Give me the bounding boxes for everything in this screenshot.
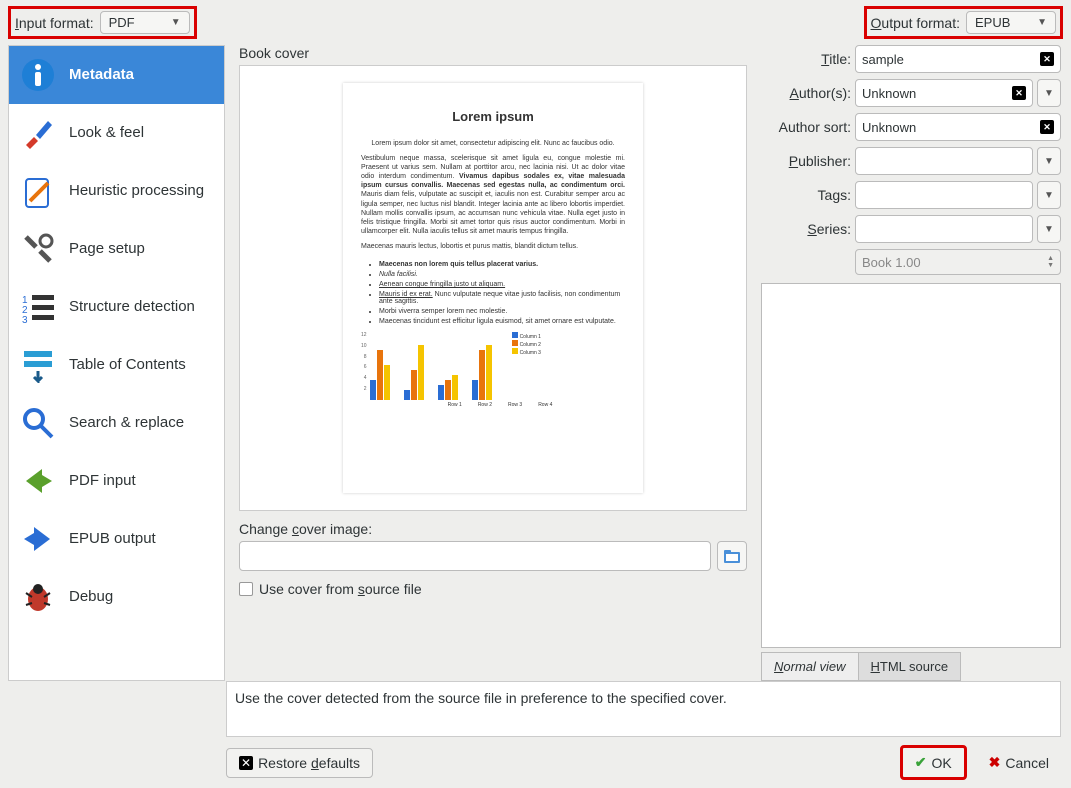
cover-heading: Lorem ipsum xyxy=(361,109,625,124)
cover-preview: Lorem ipsum Lorem ipsum dolor sit amet, … xyxy=(239,65,747,511)
bug-icon xyxy=(19,578,57,616)
wand-icon xyxy=(19,172,57,210)
sidebar-item-pdfinput[interactable]: PDF input xyxy=(9,452,224,510)
authors-label: Author(s): xyxy=(761,85,851,101)
authors-input[interactable]: Unknown ✕ xyxy=(855,79,1033,107)
close-icon: ✖ xyxy=(989,754,1001,771)
use-source-cover-checkbox[interactable] xyxy=(239,582,253,596)
title-input[interactable]: sample ✕ xyxy=(855,45,1061,73)
arrow-left-icon xyxy=(19,520,57,558)
output-format-combo[interactable]: EPUB ▼ xyxy=(966,11,1056,34)
tags-input[interactable] xyxy=(855,181,1033,209)
sidebar-item-lookfeel[interactable]: Look & feel xyxy=(9,104,224,162)
tab-normal-view[interactable]: Normal view xyxy=(761,652,859,681)
tags-dropdown[interactable]: ▼ xyxy=(1037,181,1061,209)
arrow-right-icon xyxy=(19,462,57,500)
cover-path-input[interactable] xyxy=(239,541,711,571)
cover-chart: 12108642 Column 1Column 2Column 3 Row 1R… xyxy=(361,332,625,408)
book-cover-label: Book cover xyxy=(239,45,747,61)
author-sort-input[interactable]: Unknown ✕ xyxy=(855,113,1061,141)
change-cover-label: Change cover image: xyxy=(239,521,747,537)
sidebar-item-metadata[interactable]: Metadata xyxy=(9,46,224,104)
output-format-group: Output format: EPUB ▼ xyxy=(864,6,1063,39)
help-text: Use the cover detected from the source f… xyxy=(226,681,1061,737)
output-format-value: EPUB xyxy=(975,15,1010,30)
input-format-label: Input format: xyxy=(15,15,94,31)
publisher-label: Publisher: xyxy=(761,153,851,169)
tags-label: Tags: xyxy=(761,187,851,203)
use-source-cover-row[interactable]: Use cover from source file xyxy=(239,581,747,597)
caret-down-icon: ▼ xyxy=(1037,17,1047,28)
input-format-value: PDF xyxy=(109,15,135,30)
sidebar: Metadata Look & feel Heuristic processin… xyxy=(8,45,225,681)
book-number-spinner[interactable]: Book 1.00 ▲▼ xyxy=(855,249,1061,275)
sidebar-item-label: Structure detection xyxy=(69,298,195,316)
series-input[interactable] xyxy=(855,215,1033,243)
output-format-label: Output format: xyxy=(871,15,960,31)
series-dropdown[interactable]: ▼ xyxy=(1037,215,1061,243)
toc-icon xyxy=(19,346,57,384)
clear-icon[interactable]: ✕ xyxy=(1040,120,1054,134)
input-format-group: Input format: PDF ▼ xyxy=(8,6,197,39)
cover-body: Vestibulum neque massa, scelerisque sit … xyxy=(361,154,625,236)
sidebar-item-pagesetup[interactable]: Page setup xyxy=(9,220,224,278)
tab-html-source[interactable]: HTML source xyxy=(858,652,962,681)
clear-icon[interactable]: ✕ xyxy=(1040,52,1054,66)
brush-icon xyxy=(19,114,57,152)
sidebar-item-label: Metadata xyxy=(69,66,134,84)
cover-intro: Lorem ipsum dolor sit amet, consectetur … xyxy=(361,139,625,148)
cover-p3: Maecenas mauris lectus, lobortis et puru… xyxy=(361,242,625,251)
sidebar-item-heuristic[interactable]: Heuristic processing xyxy=(9,162,224,220)
search-icon xyxy=(19,404,57,442)
sidebar-item-search[interactable]: Search & replace xyxy=(9,394,224,452)
sidebar-item-label: Heuristic processing xyxy=(69,182,204,200)
sidebar-item-label: PDF input xyxy=(69,472,136,490)
authors-dropdown[interactable]: ▼ xyxy=(1037,79,1061,107)
spinner-arrows-icon[interactable]: ▲▼ xyxy=(1047,255,1054,269)
title-label: Title: xyxy=(761,51,851,67)
sidebar-item-debug[interactable]: Debug xyxy=(9,568,224,626)
sidebar-item-epuboutput[interactable]: EPUB output xyxy=(9,510,224,568)
restore-icon: ✕ xyxy=(239,756,253,770)
series-label: Series: xyxy=(761,221,851,237)
input-format-combo[interactable]: PDF ▼ xyxy=(100,11,190,34)
browse-button[interactable] xyxy=(717,541,747,571)
cover-page: Lorem ipsum Lorem ipsum dolor sit amet, … xyxy=(343,83,643,493)
sidebar-item-label: Look & feel xyxy=(69,124,144,142)
use-source-cover-label: Use cover from source file xyxy=(259,581,422,597)
restore-defaults-button[interactable]: ✕ Restore defaults xyxy=(226,748,373,778)
sidebar-item-label: Table of Contents xyxy=(69,356,186,374)
folder-icon xyxy=(723,547,741,565)
caret-down-icon: ▼ xyxy=(171,17,181,28)
sidebar-item-label: Debug xyxy=(69,588,113,606)
sidebar-item-label: Page setup xyxy=(69,240,145,258)
info-icon xyxy=(19,56,57,94)
clear-icon[interactable]: ✕ xyxy=(1012,86,1026,100)
cover-list: Maecenas non lorem quis tellus placerat … xyxy=(379,258,625,328)
sidebar-item-label: EPUB output xyxy=(69,530,156,548)
comments-editor[interactable] xyxy=(761,283,1061,648)
sidebar-item-toc[interactable]: Table of Contents xyxy=(9,336,224,394)
svg-text:3: 3 xyxy=(22,315,28,325)
list-icon: 123 xyxy=(19,288,57,326)
publisher-input[interactable] xyxy=(855,147,1033,175)
publisher-dropdown[interactable]: ▼ xyxy=(1037,147,1061,175)
ok-button[interactable]: ✔ OK xyxy=(900,745,967,780)
tools-icon xyxy=(19,230,57,268)
check-icon: ✔ xyxy=(915,754,927,771)
cancel-button[interactable]: ✖ Cancel xyxy=(977,748,1061,777)
sidebar-item-label: Search & replace xyxy=(69,414,184,432)
sidebar-item-structure[interactable]: 123 Structure detection xyxy=(9,278,224,336)
author-sort-label: Author sort: xyxy=(761,119,851,135)
